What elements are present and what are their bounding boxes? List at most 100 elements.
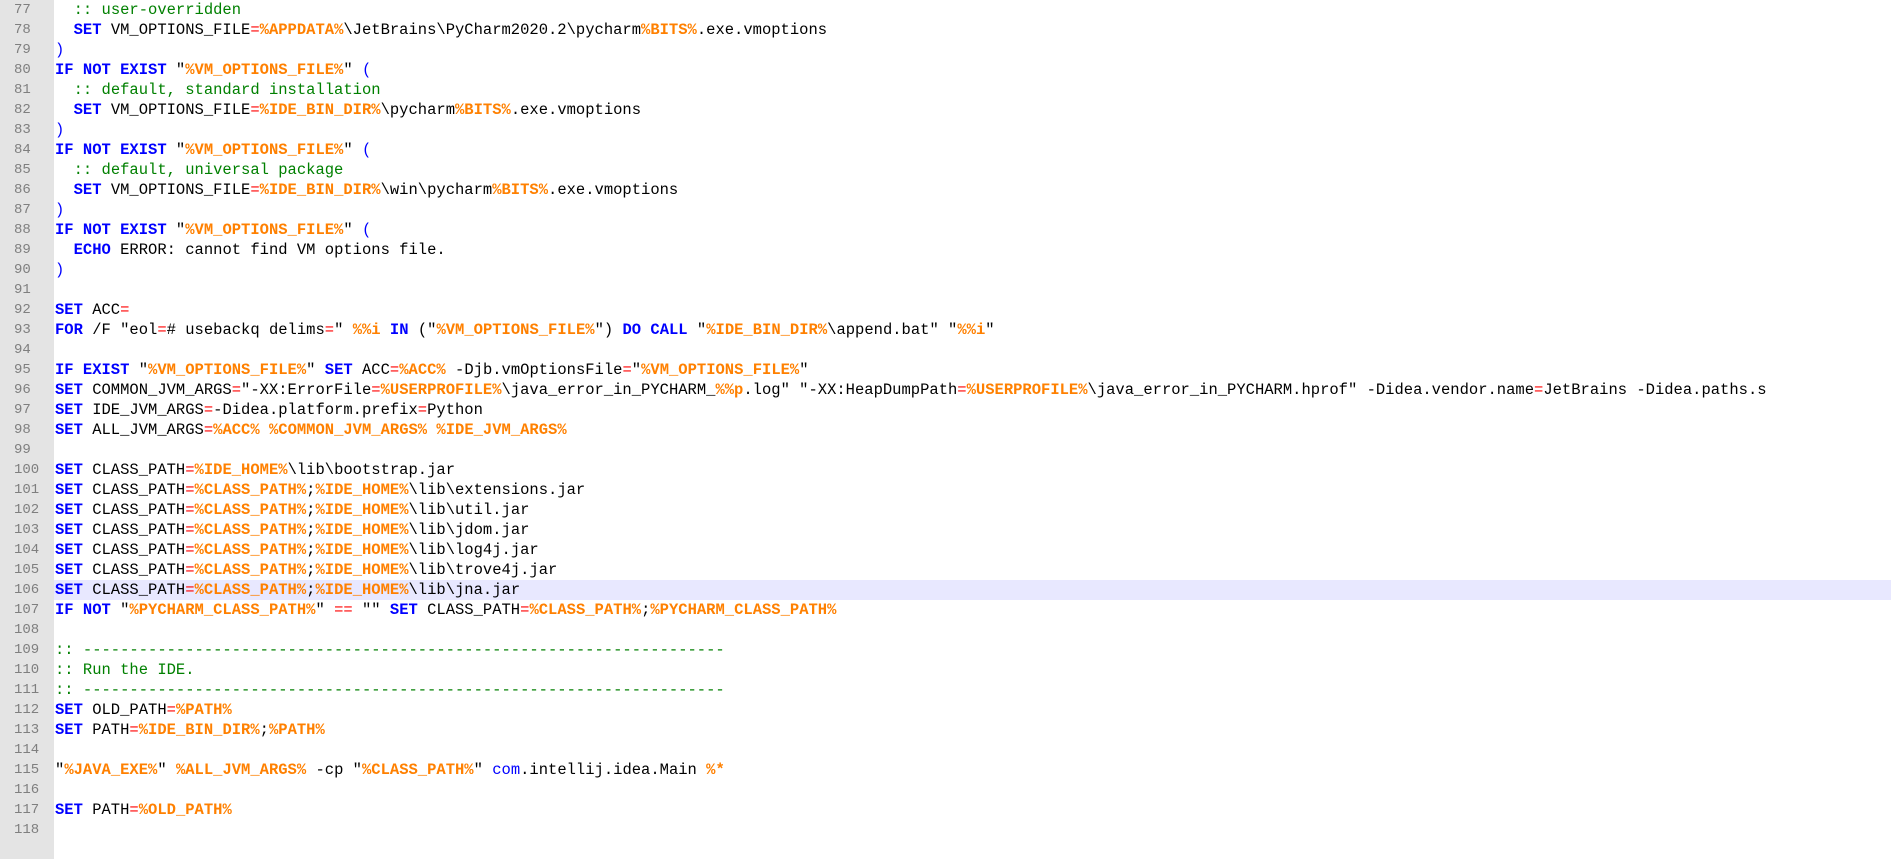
code-line[interactable]: 117 SET PATH=%OLD_PATH%	[0, 800, 1891, 820]
code-line[interactable]: 85 :: default, universal package	[0, 160, 1891, 180]
code-line[interactable]: 102 SET CLASS_PATH=%CLASS_PATH%;%IDE_HOME…	[0, 500, 1891, 520]
line-number: 77	[14, 2, 31, 18]
code-line[interactable]: 82 SET VM_OPTIONS_FILE=%IDE_BIN_DIR%\pyc…	[0, 100, 1891, 120]
token-var: %CLASS_PATH%	[194, 541, 307, 559]
code-line[interactable]: 95 IF EXIST "%VM_OPTIONS_FILE%" SET ACC=%…	[0, 360, 1891, 380]
line-code: SET CLASS_PATH=%CLASS_PATH%;%IDE_HOME%\l…	[54, 560, 1891, 580]
code-editor[interactable]: 77 :: user-overridden 78 SET VM_OPTIONS_F…	[0, 0, 1891, 859]
code-line[interactable]: 114	[0, 740, 1891, 760]
code-line[interactable]: 110:: Run the IDE.	[0, 660, 1891, 680]
code-line[interactable]: 81 :: default, standard installation	[0, 80, 1891, 100]
token-var: %VM_OPTIONS_FILE%	[185, 61, 344, 79]
token-kw: SET	[73, 101, 102, 119]
token-var: %PYCHARM_CLASS_PATH%	[129, 601, 316, 619]
line-number: 95	[14, 362, 31, 378]
code-line[interactable]: 116	[0, 780, 1891, 800]
code-line[interactable]: 103 SET CLASS_PATH=%CLASS_PATH%;%IDE_HOME…	[0, 520, 1891, 540]
code-line[interactable]: 118	[0, 820, 1891, 840]
token-kw: SET	[55, 481, 83, 499]
token-kw: SET	[55, 801, 83, 819]
code-line[interactable]: 87)	[0, 200, 1891, 220]
code-line[interactable]: 77 :: user-overridden	[0, 0, 1891, 20]
token-var: %IDE_HOME%	[315, 581, 409, 599]
token-txt: "	[343, 221, 362, 239]
code-line[interactable]: 78 SET VM_OPTIONS_FILE=%APPDATA%\JetBrai…	[0, 20, 1891, 40]
token-op: =	[622, 361, 632, 379]
line-number: 86	[14, 182, 31, 198]
code-line[interactable]: 100 SET CLASS_PATH=%IDE_HOME%\lib\bootstr…	[0, 460, 1891, 480]
token-kw: SET	[55, 561, 83, 579]
code-line[interactable]: 92 SET ACC=	[0, 300, 1891, 320]
token-txt: ERROR: cannot find VM options file.	[110, 241, 446, 259]
line-number: 107	[14, 602, 40, 618]
code-line[interactable]: 83)	[0, 120, 1891, 140]
code-line[interactable]: 107 IF NOT "%PYCHARM_CLASS_PATH%" == "" S…	[0, 600, 1891, 620]
token-txt: -cp "	[306, 761, 362, 779]
token-txt: VM_OPTIONS_FILE	[101, 101, 251, 119]
code-line[interactable]: 80 IF NOT EXIST "%VM_OPTIONS_FILE%" (	[0, 60, 1891, 80]
line-number: 106	[14, 582, 40, 598]
code-line[interactable]: 111:: ----------------------------------…	[0, 680, 1891, 700]
code-line[interactable]: 104 SET CLASS_PATH=%CLASS_PATH%;%IDE_HOME…	[0, 540, 1891, 560]
code-line[interactable]: 79)	[0, 40, 1891, 60]
token-var: %CLASS_PATH%	[194, 521, 307, 539]
token-txt: JetBrains -Didea.paths.s	[1543, 381, 1767, 399]
token-var: %%i	[352, 321, 381, 339]
token-txt: "	[110, 601, 130, 619]
token-kw: SET	[55, 701, 83, 719]
line-number: 110	[14, 662, 40, 678]
code-line[interactable]: 99	[0, 440, 1891, 460]
token-kw: SET	[55, 521, 83, 539]
line-code: ECHO ERROR: cannot find VM options file.	[54, 240, 1891, 260]
token-var: %ALL_JVM_ARGS%	[175, 761, 307, 779]
token-kw: SET	[55, 581, 83, 599]
token-op: =	[417, 401, 428, 419]
code-line[interactable]: 101 SET CLASS_PATH=%CLASS_PATH%;%IDE_HOME…	[0, 480, 1891, 500]
token-txt: "	[343, 141, 362, 159]
line-code: IF NOT EXIST "%VM_OPTIONS_FILE%" (	[54, 140, 1891, 160]
code-line[interactable]: 109:: ----------------------------------…	[0, 640, 1891, 660]
code-line[interactable]: 115 "%JAVA_EXE%" %ALL_JVM_ARGS% -cp "%CLA…	[0, 760, 1891, 780]
code-line[interactable]: 96 SET COMMON_JVM_ARGS="-XX:ErrorFile=%US…	[0, 380, 1891, 400]
line-number: 117	[14, 802, 40, 818]
token-var: %PATH%	[175, 701, 232, 719]
code-line[interactable]: 89 ECHO ERROR: cannot find VM options fi…	[0, 240, 1891, 260]
code-line[interactable]: 97 SET IDE_JVM_ARGS=-Didea.platform.prefi…	[0, 400, 1891, 420]
token-kw: SET	[73, 21, 102, 39]
token-kw: FOR	[55, 321, 83, 339]
code-line[interactable]: 93 FOR /F "eol=# usebackq delims=" %%i IN…	[0, 320, 1891, 340]
token-cmt: :: -------------------------------------…	[55, 681, 725, 699]
token-op: =	[129, 801, 139, 819]
code-line[interactable]: 88 IF NOT EXIST "%VM_OPTIONS_FILE%" (	[0, 220, 1891, 240]
token-txt: PATH	[82, 721, 130, 739]
code-line[interactable]: 91	[0, 280, 1891, 300]
code-line[interactable]: 108	[0, 620, 1891, 640]
code-line[interactable]: 86 SET VM_OPTIONS_FILE=%IDE_BIN_DIR%\win…	[0, 180, 1891, 200]
code-line[interactable]: 98 SET ALL_JVM_ARGS=%ACC% %COMMON_JVM_ARG…	[0, 420, 1891, 440]
code-line[interactable]: 90)	[0, 260, 1891, 280]
line-code: SET CLASS_PATH=%CLASS_PATH%;%IDE_HOME%\l…	[54, 520, 1891, 540]
token-txt: CLASS_PATH	[82, 461, 186, 479]
token-txt: CLASS_PATH	[82, 541, 186, 559]
code-line[interactable]: 112 SET OLD_PATH=%PATH%	[0, 700, 1891, 720]
token-var: %*	[706, 761, 725, 779]
code-lines: 77 :: user-overridden 78 SET VM_OPTIONS_F…	[0, 0, 1891, 840]
code-line[interactable]: 84 IF NOT EXIST "%VM_OPTIONS_FILE%" (	[0, 140, 1891, 160]
token-txt: "-XX:ErrorFile	[241, 381, 372, 399]
line-code: :: default, standard installation	[54, 80, 1891, 100]
token-kw: IF NOT EXIST	[55, 141, 167, 159]
code-line[interactable]: 113 SET PATH=%IDE_BIN_DIR%;%PATH%	[0, 720, 1891, 740]
code-line[interactable]: 106 SET CLASS_PATH=%CLASS_PATH%;%IDE_HOME…	[0, 580, 1891, 600]
token-var: %CLASS_PATH%	[194, 481, 307, 499]
token-txt: "	[157, 761, 176, 779]
token-txt: "	[55, 761, 65, 779]
token-txt: CLASS_PATH	[417, 601, 521, 619]
line-number: 88	[14, 222, 31, 238]
token-cmt: :: default, universal package	[73, 161, 344, 179]
token-op: =	[185, 581, 195, 599]
token-kw: SET	[55, 501, 83, 519]
code-line[interactable]: 94	[0, 340, 1891, 360]
code-line[interactable]: 105 SET CLASS_PATH=%CLASS_PATH%;%IDE_HOME…	[0, 560, 1891, 580]
